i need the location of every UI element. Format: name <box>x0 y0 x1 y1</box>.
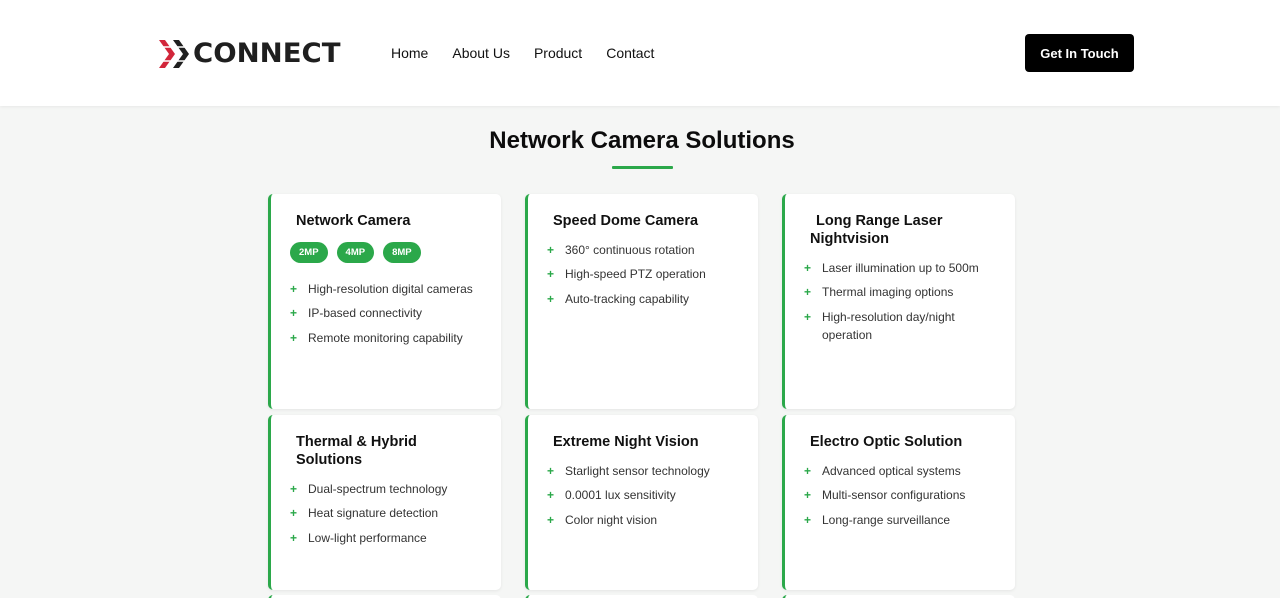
card-title: Long Range Laser Nightvision <box>810 213 943 247</box>
plus-icon: + <box>804 285 812 300</box>
feature-text: Long-range surveillance <box>822 512 951 527</box>
badge-2mp: 2MP <box>290 242 328 263</box>
plus-icon: + <box>290 506 298 521</box>
feature-text: Dual-spectrum technology <box>308 482 448 496</box>
feature-item: + High-resolution day/night operation <box>804 308 974 344</box>
feature-text: Remote monitoring capability <box>308 330 463 345</box>
feature-item: + Starlight sensor technology <box>547 462 742 480</box>
card-electro-optic-solution[interactable]: Electro Optic Solution + Advanced optical… <box>782 415 1015 590</box>
feature-text: Multi-sensor configurations <box>822 488 966 503</box>
feature-list: + Advanced optical systems + Multi-sensor … <box>804 462 999 529</box>
brand-logo[interactable]: CONNECT <box>159 38 359 70</box>
nav-contact[interactable]: Contact <box>606 43 654 63</box>
feature-list: + Laser illumination up to 500m + Thermal … <box>804 259 999 344</box>
feature-text: Thermal imaging options <box>822 285 954 300</box>
plus-icon: + <box>804 464 812 478</box>
feature-text: 0.0001 lux sensitivity <box>565 488 676 503</box>
site-header: CONNECT Home About Us Product Contact Ge… <box>0 0 1280 106</box>
plus-icon: + <box>290 330 298 345</box>
card-speed-dome-camera[interactable]: Speed Dome Camera +360° continuous rotat… <box>525 194 758 409</box>
feature-text: High-resolution digital cameras <box>308 282 473 296</box>
plus-icon: + <box>547 512 555 527</box>
plus-icon: + <box>547 464 555 478</box>
card-title: Thermal & Hybrid Solutions <box>296 434 417 468</box>
plus-icon: + <box>804 261 812 275</box>
feature-item: +360° continuous rotation <box>547 241 742 259</box>
feature-text: Laser illumination up to 500m <box>822 261 979 275</box>
plus-icon: + <box>547 243 555 257</box>
card-long-range-laser-nightvision[interactable]: Long Range Laser Nightvision + Laser illu… <box>782 194 1015 409</box>
title-underline <box>612 166 673 169</box>
card-title: Extreme Night Vision <box>553 434 699 450</box>
brand-name: CONNECT <box>193 38 341 69</box>
feature-text: Auto-tracking capability <box>565 291 690 306</box>
feature-list: + High-resolution digital cameras + IP-bas… <box>290 280 485 347</box>
feature-item: + IP-based connectivity <box>290 304 485 322</box>
section-title: Network Camera Solutions <box>489 127 795 154</box>
plus-icon: + <box>804 512 812 527</box>
feature-item: + Auto-tracking capability <box>547 290 742 308</box>
plus-icon: + <box>290 482 298 496</box>
feature-item: + Laser illumination up to 500m <box>804 259 999 277</box>
badge-4mp: 4MP <box>336 242 375 263</box>
card-thermal-hybrid-solutions[interactable]: Thermal & Hybrid Solutions + Dual-spectru… <box>268 415 501 590</box>
feature-list: +360° continuous rotation + High-speed PT… <box>547 241 742 308</box>
feature-text: Advanced optical systems <box>822 464 961 478</box>
card-title: Network Camera <box>296 213 411 229</box>
feature-item: + High-resolution digital cameras <box>290 280 485 298</box>
feature-item: + Color night vision <box>547 511 742 529</box>
feature-item: + Dual-spectrum technology <box>290 480 485 498</box>
plus-icon: + <box>290 306 298 321</box>
plus-icon: + <box>547 488 555 503</box>
card-network-camera[interactable]: Network Camera 2MP 4MP 8MP + High-resolut… <box>268 194 501 409</box>
nav-product[interactable]: Product <box>534 43 582 63</box>
feature-text: IP-based connectivity <box>308 306 423 321</box>
plus-icon: + <box>804 488 812 503</box>
plus-icon: + <box>547 291 555 306</box>
feature-list: + Starlight sensor technology +0.0001 lux… <box>547 462 742 529</box>
badge-8mp: 8MP <box>383 242 421 263</box>
plus-icon: + <box>547 267 555 282</box>
card-extreme-night-vision[interactable]: Extreme Night Vision + Starlight sensor t… <box>525 415 758 590</box>
feature-item: + High-speed PTZ operation <box>547 265 742 283</box>
feature-item: + Multi-sensor configurations <box>804 486 999 504</box>
feature-item: + Long-range surveillance <box>804 511 999 529</box>
feature-text: Starlight sensor technology <box>565 464 710 478</box>
get-in-touch-button[interactable]: Get In Touch <box>1025 34 1134 72</box>
main-nav: Home About Us Product Contact <box>391 43 678 63</box>
resolution-badges: 2MP 4MP 8MP <box>290 242 485 263</box>
nav-about-us[interactable]: About Us <box>452 43 510 63</box>
feature-text: High-speed PTZ operation <box>565 267 706 282</box>
feature-text: High-resolution day/night operation <box>822 309 955 342</box>
x-logo-icon <box>159 40 191 68</box>
plus-icon: + <box>804 309 812 324</box>
feature-text: Color night vision <box>565 512 658 527</box>
feature-item: + Advanced optical systems <box>804 462 999 480</box>
feature-text: 360° continuous rotation <box>565 243 695 257</box>
feature-item: +0.0001 lux sensitivity <box>547 486 742 504</box>
feature-item: + Heat signature detection <box>290 504 485 522</box>
feature-item: + Thermal imaging options <box>804 283 999 301</box>
card-title: Speed Dome Camera <box>553 213 699 229</box>
card-title: Electro Optic Solution <box>810 434 963 450</box>
plus-icon: + <box>290 530 298 545</box>
feature-list: + Dual-spectrum technology + Heat signatur… <box>290 480 485 547</box>
feature-text: Low-light performance <box>308 530 427 545</box>
nav-home[interactable]: Home <box>391 43 428 63</box>
plus-icon: + <box>290 282 298 296</box>
feature-text: Heat signature detection <box>308 506 439 521</box>
feature-item: + Low-light performance <box>290 529 485 547</box>
feature-item: + Remote monitoring capability <box>290 329 485 347</box>
